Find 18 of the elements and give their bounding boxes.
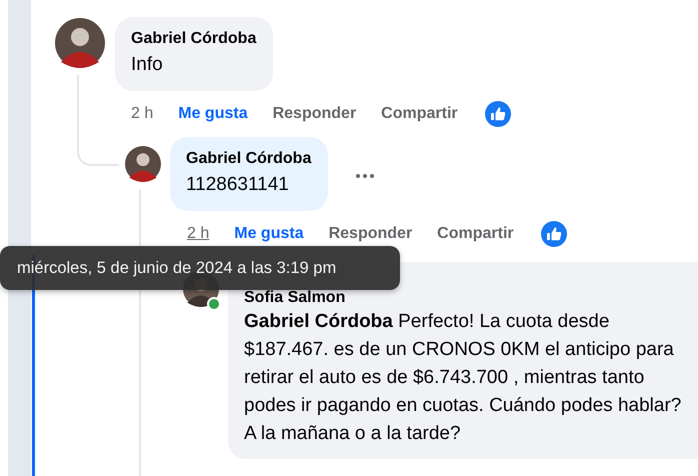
action-link[interactable]: Me gusta <box>234 225 304 243</box>
more-icon[interactable] <box>355 173 376 179</box>
avatar[interactable] <box>55 18 105 68</box>
action-link[interactable]: Me gusta <box>178 105 248 123</box>
timestamp-link[interactable]: 2 h <box>187 225 210 243</box>
author-name[interactable]: Sofia Salmon <box>244 288 697 308</box>
author-name[interactable]: Gabriel Córdoba <box>186 149 312 169</box>
avatar[interactable] <box>125 146 161 182</box>
timestamp-link[interactable]: 2 h <box>131 105 154 123</box>
comment-text: Gabriel Córdoba Perfecto! La cuota desde $187.467. es de un CRONOS 0KM el anticipo para retirar el auto es de $6.743.700 , mientras tanto podes ir pagando en cuotas. Cuándo podes hablar? A la mañana o a la tarde? <box>244 310 682 446</box>
comment-text: Info <box>131 53 164 77</box>
action-link[interactable]: Responder <box>328 225 412 243</box>
author-name[interactable]: Gabriel Córdoba <box>131 29 256 49</box>
tooltip: miércoles, 5 de junio de 2024 a las 3:19 pm <box>0 246 400 290</box>
action-link[interactable]: Responder <box>272 105 356 123</box>
action-link[interactable]: Compartir <box>381 105 458 123</box>
comment-text: 1128631141 <box>186 173 290 197</box>
action-link[interactable]: Compartir <box>437 225 514 243</box>
